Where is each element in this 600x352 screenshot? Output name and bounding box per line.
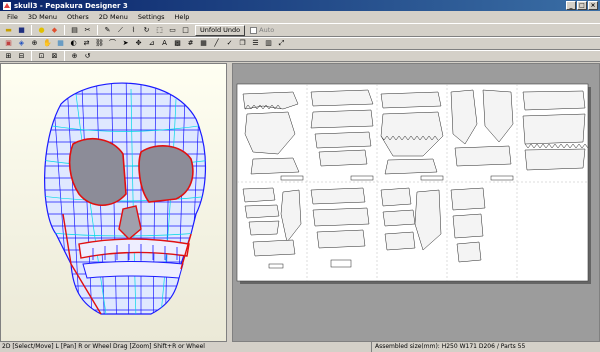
menu-others[interactable]: Others — [62, 13, 94, 21]
menu-bar: File 3D Menu Others 2D Menu Settings Hel… — [0, 11, 600, 22]
image-icon[interactable]: ▩ — [172, 39, 183, 49]
text-icon[interactable]: A — [159, 39, 170, 49]
app-icon — [3, 1, 11, 10]
status-bar: 2D [Select/Move] L [Pan] R or Wheel Drag… — [0, 342, 600, 352]
view-fit-icon[interactable]: ⊠ — [49, 51, 60, 61]
skull-wireframe[interactable] — [1, 64, 226, 341]
status-info: Assembled size(mm): H250 W171 D206 / Par… — [375, 343, 526, 350]
minimize-button[interactable]: _ — [566, 1, 576, 10]
menu-settings[interactable]: Settings — [133, 13, 170, 21]
mesh-icon[interactable]: ◈ — [16, 39, 27, 49]
texture-icon[interactable]: ▦ — [55, 39, 66, 49]
menu-help[interactable]: Help — [170, 13, 195, 21]
number-icon[interactable]: # — [185, 39, 196, 49]
check-icon[interactable]: ✓ — [224, 39, 235, 49]
view-top-icon[interactable]: ⊡ — [36, 51, 47, 61]
zoom-icon[interactable]: ⊕ — [29, 39, 40, 49]
toolbar-tools: ▣ ◈ ⊕ ✋ ▦ ◐ ⇄ ⛓ ⌒ ➤ ✥ ⊿ A ▩ # ▦ ╱ ✓ ❐ ☰ … — [0, 37, 600, 50]
scale-icon[interactable]: ⤢ — [276, 39, 287, 49]
auto-checkbox[interactable]: Auto — [250, 26, 274, 34]
frame-icon[interactable]: □ — [180, 25, 191, 35]
auto-label: Auto — [259, 26, 275, 34]
parts-top-row — [242, 89, 586, 175]
hand-icon[interactable]: ✋ — [42, 39, 53, 49]
window-title: skull3 - Pepakura Designer 3 — [14, 1, 128, 10]
menu-3d[interactable]: 3D Menu — [23, 13, 62, 21]
print-icon[interactable]: ▤ — [69, 25, 80, 35]
toolbar-main: ▬ ■ ● ◆ ▤ ✂ ✎ ⟋ ⌇ ↻ ⬚ ▭ □ Unfold Undo Au… — [0, 23, 600, 37]
menu-file[interactable]: File — [2, 13, 23, 21]
maximize-button[interactable]: □ — [577, 1, 587, 10]
pages-icon[interactable]: ❐ — [237, 39, 248, 49]
edge-icon[interactable]: ⟋ — [115, 25, 126, 35]
view-side-icon[interactable]: ⊟ — [16, 51, 27, 61]
lightbulb-icon[interactable]: ● — [36, 25, 47, 35]
open-icon[interactable]: ▬ — [3, 25, 14, 35]
align-icon[interactable]: ☰ — [250, 39, 261, 49]
reset-view-icon[interactable]: ↺ — [82, 51, 93, 61]
save-icon[interactable]: ■ — [16, 25, 27, 35]
select-icon[interactable]: ⬚ — [154, 25, 165, 35]
arrow-icon[interactable]: ➤ — [120, 39, 131, 49]
toolbar-view: ⊞ ⊟ ⊡ ⊠ ⊕ ↺ — [0, 50, 600, 62]
fold-icon[interactable]: ⌒ — [107, 39, 118, 49]
move-icon[interactable]: ✥ — [133, 39, 144, 49]
zoom-in-icon[interactable]: ⊕ — [69, 51, 80, 61]
unfold-layout[interactable] — [233, 64, 599, 341]
title-bar: skull3 - Pepakura Designer 3 _ □ × — [0, 0, 600, 11]
face-icon[interactable]: ◐ — [68, 39, 79, 49]
pencil-icon[interactable]: ✎ — [102, 25, 113, 35]
scissors-icon[interactable]: ✂ — [82, 25, 93, 35]
join-icon[interactable]: ⌇ — [128, 25, 139, 35]
layout-icon[interactable]: ▥ — [263, 39, 274, 49]
cube-icon[interactable]: ◆ — [49, 25, 60, 35]
grid-icon[interactable]: ▦ — [198, 39, 209, 49]
auto-checkbox-box[interactable] — [250, 26, 258, 34]
link-icon[interactable]: ⛓ — [94, 39, 105, 49]
line-icon[interactable]: ╱ — [211, 39, 222, 49]
menu-2d[interactable]: 2D Menu — [94, 13, 133, 21]
flap-icon[interactable]: ⊿ — [146, 39, 157, 49]
status-hint: 2D [Select/Move] L [Pan] R or Wheel Drag… — [0, 342, 372, 352]
unfold-undo-button[interactable]: Unfold Undo — [195, 24, 246, 36]
window-icon[interactable]: ▭ — [167, 25, 178, 35]
close-button[interactable]: × — [588, 1, 598, 10]
view-front-icon[interactable]: ⊞ — [3, 51, 14, 61]
flip-icon[interactable]: ⇄ — [81, 39, 92, 49]
rotate-icon[interactable]: ↻ — [141, 25, 152, 35]
view-2d-panel[interactable] — [232, 63, 600, 342]
view-3d-icon[interactable]: ▣ — [3, 39, 14, 49]
view-3d-panel[interactable] — [0, 63, 227, 342]
